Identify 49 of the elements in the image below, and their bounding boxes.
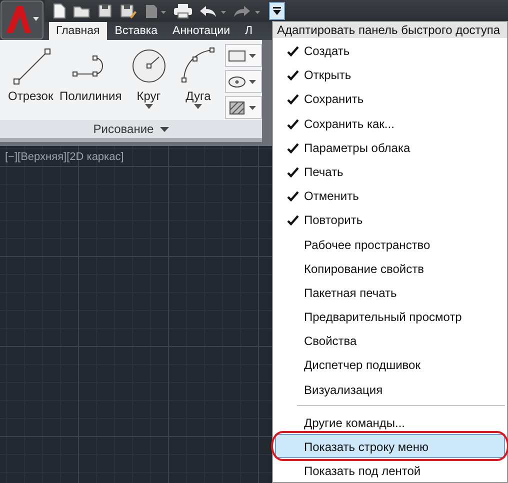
draw-tool-button[interactable]: Отрезок [4, 44, 58, 103]
menu-item[interactable]: Другие команды... [275, 410, 505, 434]
caret-icon [249, 106, 256, 110]
panel-title-bar[interactable]: Рисование [0, 120, 262, 138]
menu-item[interactable]: Показать под лентой [275, 458, 505, 482]
menu-title: Адаптировать панель быстрого доступа [273, 22, 507, 38]
rectangle-tool-button[interactable] [225, 44, 262, 67]
printer-icon[interactable] [173, 3, 193, 19]
menu-item[interactable]: Сохранить [275, 86, 505, 111]
ribbon-tab[interactable]: Главная [49, 22, 107, 40]
draw-tool-button[interactable]: Дуга [175, 44, 221, 109]
draw-tool-button[interactable]: Полилиния [59, 44, 122, 103]
menu-item[interactable]: Копирование свойств [275, 256, 505, 280]
viewport-label[interactable]: [−][Верхняя][2D каркас] [5, 151, 124, 163]
menu-item[interactable]: Создать [275, 38, 505, 62]
ribbon-tab[interactable]: Вставка [108, 22, 165, 40]
letter-a-logo-icon [0, 0, 44, 40]
customize-toolbar-button[interactable] [269, 2, 285, 20]
menu-item[interactable]: Рабочее пространство [275, 232, 505, 256]
menu-item[interactable]: Отменить [275, 183, 505, 208]
undo-icon[interactable] [199, 3, 227, 19]
new-file-icon[interactable] [51, 3, 67, 19]
draw-tool-button[interactable]: Круг [124, 44, 174, 109]
menu-item[interactable]: Диспетчер подшивок [275, 352, 505, 377]
menu-item[interactable]: Пакетная печать [275, 280, 505, 304]
menu-item[interactable]: Предварительный просмотр [275, 304, 505, 328]
caret-icon [160, 126, 169, 132]
hatch-icon [227, 100, 247, 116]
ellipse-icon [227, 74, 247, 90]
hatch-tool-button[interactable] [225, 96, 262, 119]
save-as-icon[interactable] [119, 3, 137, 19]
ribbon-tab[interactable]: Аннотации [166, 22, 238, 40]
menu-item[interactable]: Визуализация [275, 376, 505, 401]
menu-item[interactable]: Свойства [275, 328, 505, 352]
menu-item[interactable]: Сохранить как... [275, 110, 505, 135]
menu-item[interactable]: Повторить [275, 207, 505, 232]
application-button[interactable] [0, 0, 45, 40]
rectangle-icon [227, 48, 247, 64]
document-dropdown-icon[interactable] [143, 3, 167, 19]
menu-item[interactable]: Открыть [275, 62, 505, 86]
ellipse-tool-button[interactable] [225, 70, 262, 93]
caret-icon [249, 80, 256, 84]
menu-item[interactable]: Печать [275, 158, 505, 184]
menu-item[interactable]: Параметры облака [275, 134, 505, 159]
caret-icon [249, 54, 256, 58]
save-icon[interactable] [97, 3, 113, 19]
ribbon-tab[interactable]: Л [238, 22, 260, 40]
redo-icon[interactable] [233, 3, 261, 19]
caret-icon [272, 6, 282, 16]
